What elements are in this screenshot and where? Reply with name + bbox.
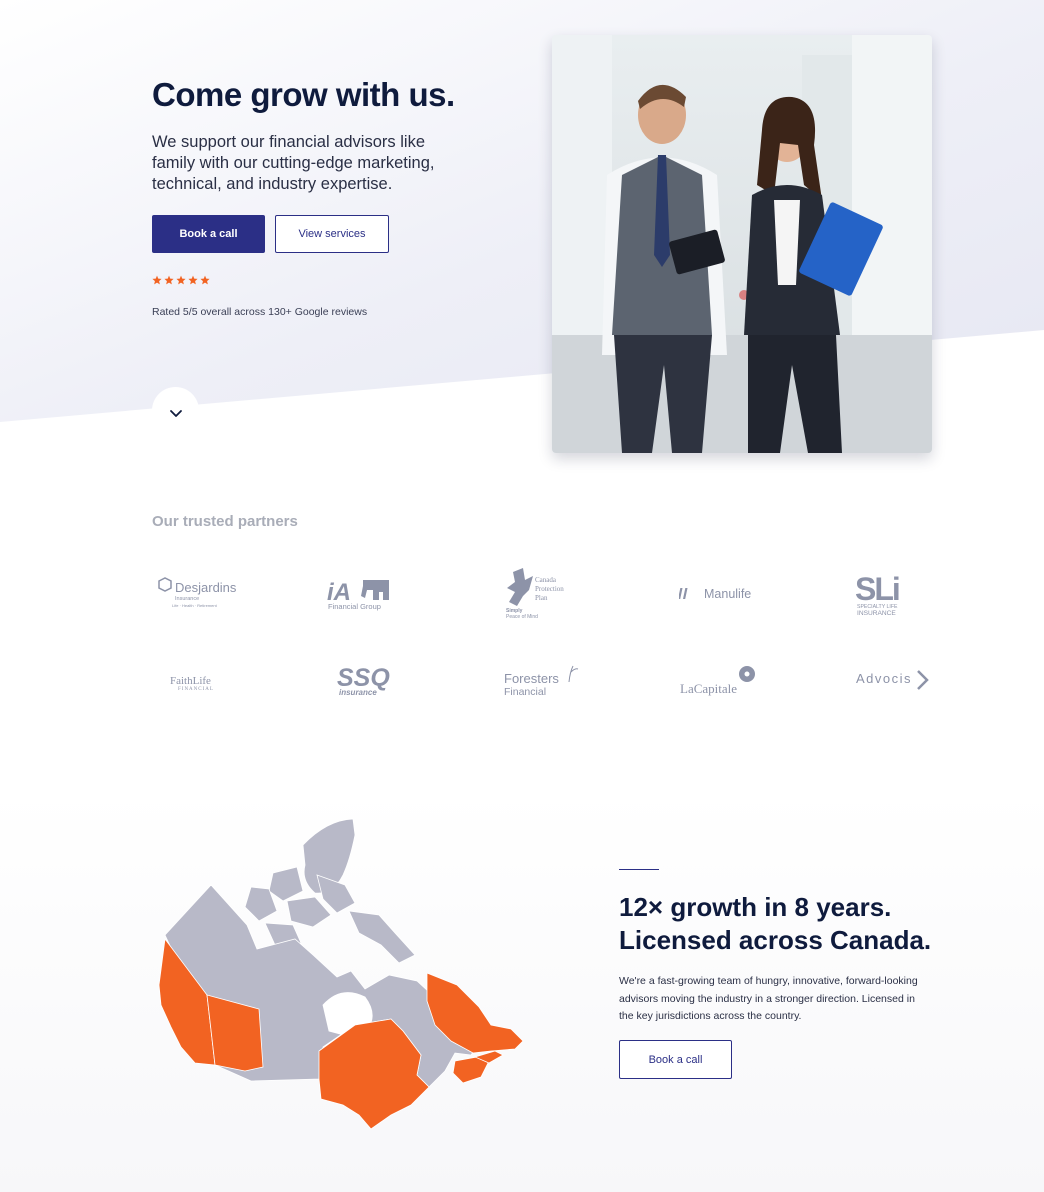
svg-text:INSURANCE: INSURANCE (857, 610, 896, 617)
svg-text:Manulife: Manulife (704, 587, 751, 601)
star-icon (188, 275, 198, 285)
growth-title: 12× growth in 8 years. Licensed across C… (619, 891, 931, 957)
rating-stars (152, 275, 210, 285)
growth-book-call-button[interactable]: Book a call (619, 1040, 732, 1079)
section-divider (619, 869, 659, 870)
partner-logo-foresters: Foresters Financial (503, 654, 583, 708)
svg-text:Insurance: Insurance (175, 596, 199, 602)
svg-text:Peace of Mind: Peace of Mind (506, 614, 538, 620)
hero-section: Come grow with us. We support our financ… (0, 0, 1044, 470)
star-icon (152, 275, 162, 285)
svg-text:Canada: Canada (535, 576, 557, 584)
svg-text:Protection: Protection (535, 585, 564, 593)
partner-logo-faithlife: FaithLife FINANCIAL (156, 654, 236, 708)
partner-logo-ssq: SSQ insurance (337, 654, 397, 708)
partner-logo-ia: iA Financial Group (327, 566, 397, 620)
star-icon (164, 275, 174, 285)
svg-text:SLi: SLi (855, 571, 899, 607)
rating-text: Rated 5/5 overall across 130+ Google rev… (152, 306, 368, 318)
partner-logo-desjardins: Desjardins Insurance Life · Health · Ret… (152, 566, 242, 620)
partner-logo-sli: SLi SPECIALTY LIFE INSURANCE (855, 566, 915, 620)
partner-logo-manulife: Manulife (679, 566, 759, 620)
star-icon (176, 275, 186, 285)
svg-text:LaCapitale: LaCapitale (680, 681, 737, 696)
growth-title-line2: Licensed across Canada. (619, 925, 932, 955)
svg-text:Financial Group: Financial Group (328, 602, 381, 611)
svg-text:insurance: insurance (339, 688, 377, 697)
partner-logo-canada-protection-plan: Canada Protection Plan Simply Peace of M… (503, 566, 583, 620)
partner-logo-lacapitale: LaCapitale (679, 654, 759, 708)
svg-text:Desjardins: Desjardins (175, 580, 237, 595)
svg-text:Foresters: Foresters (504, 671, 559, 686)
star-icon (200, 275, 210, 285)
growth-title-line1: 12× growth in 8 years. (619, 892, 892, 922)
page-title: Come grow with us. (152, 76, 455, 113)
hero-subtitle: We support our financial advisors like f… (152, 133, 435, 193)
svg-text:FaithLife: FaithLife (170, 675, 211, 687)
hero-photo (552, 35, 932, 453)
partners-title: Our trusted partners (152, 513, 298, 530)
svg-text:FINANCIAL: FINANCIAL (178, 687, 214, 692)
svg-text:Advocis: Advocis (856, 671, 912, 686)
chevron-down-icon (169, 409, 182, 417)
partner-logo-advocis: Advocis (855, 654, 935, 708)
book-call-button[interactable]: Book a call (152, 215, 265, 253)
svg-text:Financial: Financial (504, 686, 546, 698)
view-services-button[interactable]: View services (275, 215, 389, 253)
scroll-down-button[interactable] (152, 387, 199, 434)
svg-text:Life · Health · Retirement: Life · Health · Retirement (172, 603, 218, 608)
growth-description: We're a fast-growing team of hungry, inn… (619, 975, 918, 1022)
canada-map (158, 818, 524, 1130)
svg-text:Plan: Plan (535, 594, 548, 602)
